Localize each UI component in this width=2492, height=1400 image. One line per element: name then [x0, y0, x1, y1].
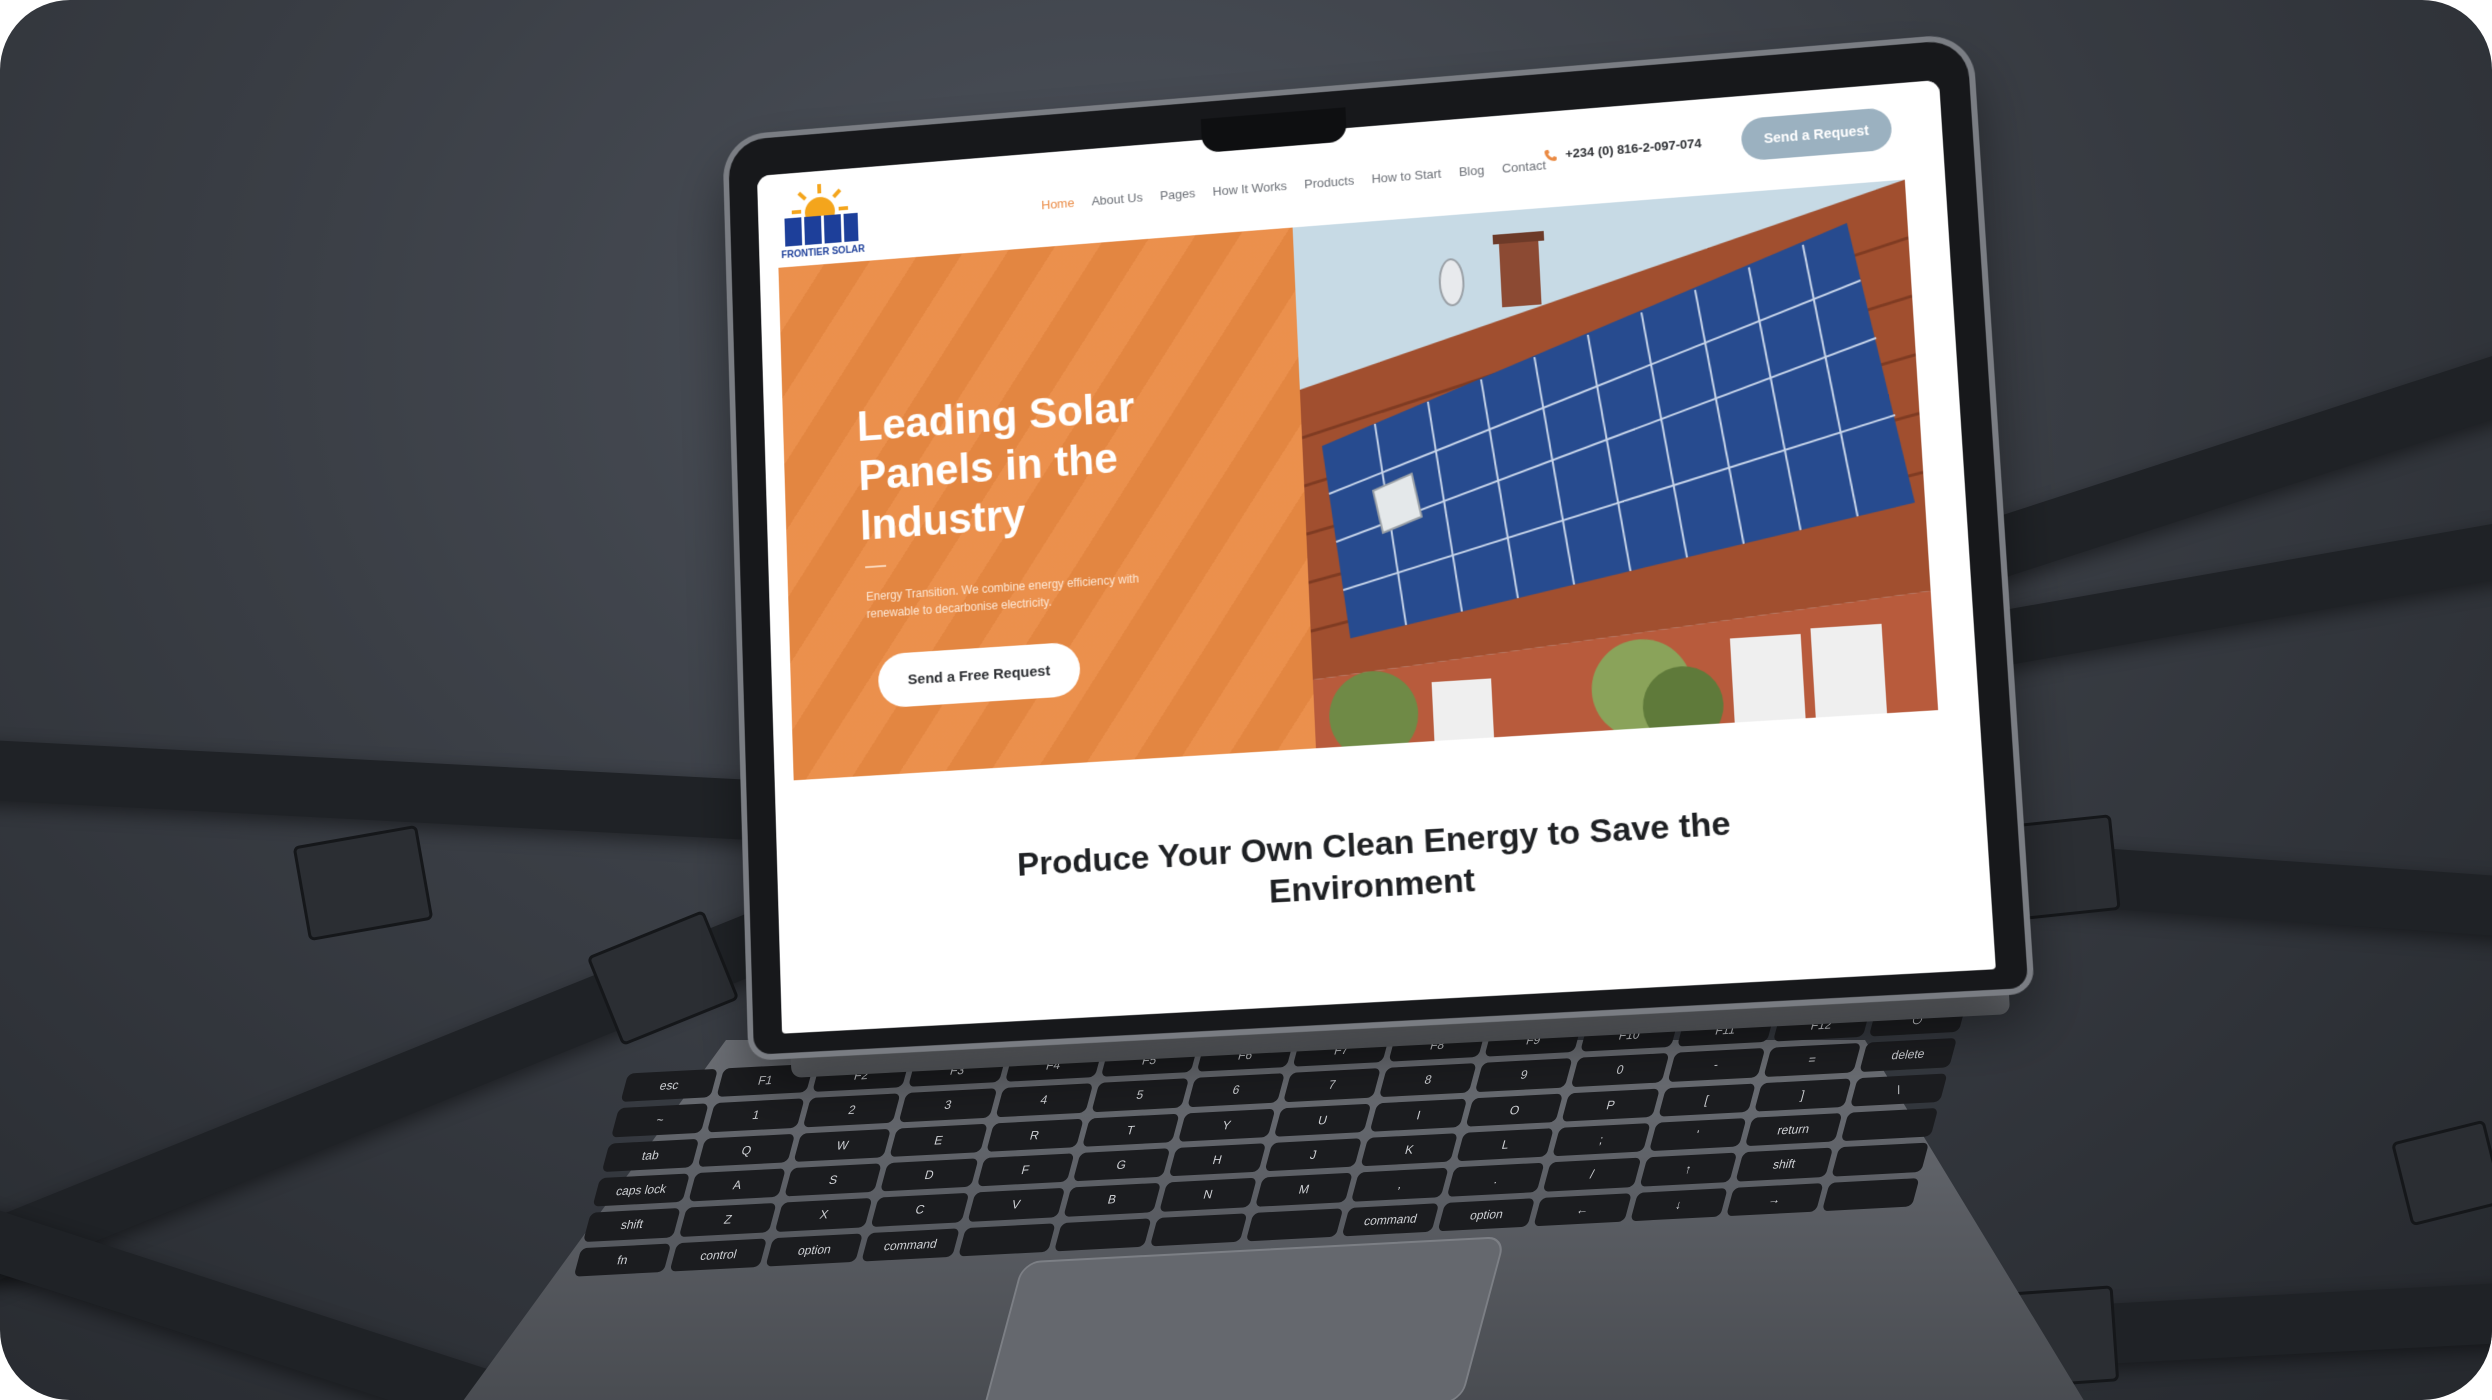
buckle-left-upper [293, 825, 434, 941]
keyboard-key[interactable]: F [976, 1153, 1074, 1186]
keyboard-key[interactable]: 5 [1091, 1078, 1189, 1111]
buckle-right-edge [2391, 1120, 2492, 1227]
keyboard-key[interactable]: 8 [1379, 1063, 1477, 1096]
send-request-button[interactable]: Send a Request [1740, 107, 1893, 161]
keyboard-key[interactable]: delete [1859, 1038, 1957, 1071]
keyboard-key[interactable]: . [1447, 1163, 1545, 1196]
solar-roof-illustration [1293, 180, 1939, 749]
keyboard-key[interactable]: 4 [995, 1084, 1093, 1117]
keyboard-key[interactable] [1246, 1208, 1344, 1242]
keyboard-key[interactable]: T [1082, 1113, 1180, 1147]
section-title: Produce Your Own Clean Energy to Save th… [930, 797, 1825, 931]
nav-how-it-works[interactable]: How It Works [1212, 179, 1287, 199]
nav-products[interactable]: Products [1304, 173, 1354, 191]
keyboard-key[interactable]: ← [1534, 1193, 1632, 1227]
keyboard-key[interactable]: O [1466, 1093, 1564, 1127]
keyboard-key[interactable]: option [1438, 1198, 1536, 1232]
keyboard-key[interactable]: I [1370, 1098, 1468, 1132]
keyboard-key[interactable]: R [986, 1118, 1084, 1152]
keyboard-key[interactable] [1831, 1143, 1929, 1176]
dark-backdrop: esc F1 F2 F3 F4 F5 F6 F7 F8 F9 F10 F11 F12 ⏻ ~1 2 3 4 5 6 7 8… [0, 0, 2492, 1400]
laptop-screen: FRONTIER SOLAR Home About Us Pages How I… [757, 80, 1996, 1034]
keyboard-key[interactable] [958, 1223, 1056, 1257]
trackpad[interactable] [978, 1236, 1506, 1400]
phone-contact[interactable]: +234 (0) 816-2-097-074 [1543, 136, 1701, 163]
nav-blog[interactable]: Blog [1459, 163, 1485, 179]
hero-title: Leading Solar Panels in the Industry [856, 376, 1226, 551]
keyboard-key[interactable]: K [1360, 1133, 1458, 1166]
nav-how-to-start[interactable]: How to Start [1371, 166, 1441, 186]
keyboard-key[interactable]: E [890, 1123, 988, 1157]
keyboard-key[interactable]: 2 [803, 1094, 901, 1127]
keyboard-key[interactable]: W [794, 1128, 892, 1162]
hero-image-solar-roof [1293, 180, 1939, 749]
solar-panel-logo-icon [784, 213, 858, 247]
keyboard-key[interactable] [1822, 1178, 1920, 1212]
keyboard-key[interactable]: D [880, 1158, 978, 1191]
keyboard-key[interactable]: L [1456, 1128, 1554, 1161]
keyboard-key[interactable]: V [967, 1188, 1065, 1221]
keyboard-key[interactable]: M [1255, 1173, 1353, 1206]
keyboard-key[interactable]: 6 [1187, 1073, 1285, 1106]
keyboard-key[interactable]: 7 [1283, 1068, 1381, 1101]
keyboard-key[interactable]: C [871, 1193, 969, 1226]
keyboard-key[interactable]: J [1264, 1138, 1362, 1171]
keyboard-key[interactable]: P [1562, 1088, 1660, 1122]
keyboard-key[interactable]: = [1763, 1043, 1861, 1076]
nav-about[interactable]: About Us [1091, 190, 1143, 208]
keyboard-key[interactable]: → [1726, 1183, 1824, 1217]
keyboard-key[interactable]: tab [602, 1139, 700, 1173]
keyboard-key[interactable]: 9 [1475, 1058, 1573, 1091]
logo-text: FRONTIER SOLAR [778, 244, 868, 261]
keyboard-key[interactable]: B [1063, 1183, 1161, 1216]
nav-home[interactable]: Home [1041, 195, 1075, 212]
keyboard-key[interactable]: esc [620, 1069, 718, 1102]
keyboard-key[interactable]: , [1351, 1168, 1449, 1201]
keyboard-key[interactable]: S [784, 1163, 882, 1196]
keyboard-key[interactable]: control [670, 1238, 768, 1272]
keyboard-key[interactable]: \ [1850, 1073, 1948, 1107]
keyboard-key[interactable]: ↓ [1630, 1188, 1728, 1222]
keyboard-key[interactable]: - [1667, 1048, 1765, 1081]
keyboard-key[interactable]: ~ [611, 1104, 709, 1137]
keyboard-key[interactable]: shift [583, 1208, 681, 1241]
keyboard-key[interactable]: A [688, 1168, 786, 1201]
keyboard-key[interactable]: / [1543, 1158, 1641, 1191]
strap-left-upper [0, 739, 781, 842]
phone-number: +234 (0) 816-2-097-074 [1565, 136, 1702, 161]
keyboard-key[interactable]: option [766, 1233, 864, 1267]
nav-menu: Home About Us Pages How It Works Product… [1041, 158, 1546, 212]
laptop-lid: FRONTIER SOLAR Home About Us Pages How I… [728, 39, 2028, 1055]
keyboard-key[interactable]: 0 [1571, 1053, 1669, 1086]
keyboard-key[interactable]: Y [1178, 1108, 1276, 1142]
keyboard-key[interactable] [1054, 1218, 1152, 1252]
keyboard-key[interactable]: ↑ [1639, 1153, 1737, 1186]
keyboard-key[interactable]: 3 [899, 1089, 997, 1122]
keyboard-key[interactable]: G [1072, 1148, 1170, 1181]
keyboard-key[interactable]: U [1274, 1103, 1372, 1137]
keyboard-key[interactable]: N [1159, 1178, 1257, 1211]
keyboard-key[interactable] [1841, 1108, 1939, 1141]
keyboard-key[interactable]: [ [1658, 1083, 1756, 1117]
keyboard-key[interactable]: ; [1552, 1123, 1650, 1156]
keyboard-key[interactable]: return [1745, 1113, 1843, 1146]
keyboard-key[interactable]: ' [1649, 1118, 1747, 1151]
keyboard-key[interactable]: command [1342, 1203, 1440, 1237]
keyboard-key[interactable]: 1 [707, 1099, 805, 1132]
keyboard-key[interactable]: shift [1735, 1148, 1833, 1181]
nav-contact[interactable]: Contact [1502, 158, 1547, 176]
hero-panel: Leading Solar Panels in the Industry Ene… [778, 228, 1316, 781]
keyboard-key[interactable]: command [862, 1228, 960, 1262]
keyboard-key[interactable]: caps lock [592, 1173, 690, 1206]
nav-pages[interactable]: Pages [1160, 186, 1196, 203]
keyboard-key[interactable] [1150, 1213, 1248, 1247]
keyboard-key[interactable]: fn [574, 1243, 672, 1277]
phone-icon [1543, 148, 1557, 162]
keyboard-key[interactable]: ] [1754, 1078, 1852, 1112]
keyboard-key[interactable]: Q [698, 1133, 796, 1167]
keyboard-key[interactable]: Z [679, 1203, 777, 1236]
keyboard-key[interactable]: H [1168, 1143, 1266, 1176]
site-logo[interactable]: FRONTIER SOLAR [776, 178, 869, 269]
keyboard-key[interactable]: X [775, 1198, 873, 1231]
